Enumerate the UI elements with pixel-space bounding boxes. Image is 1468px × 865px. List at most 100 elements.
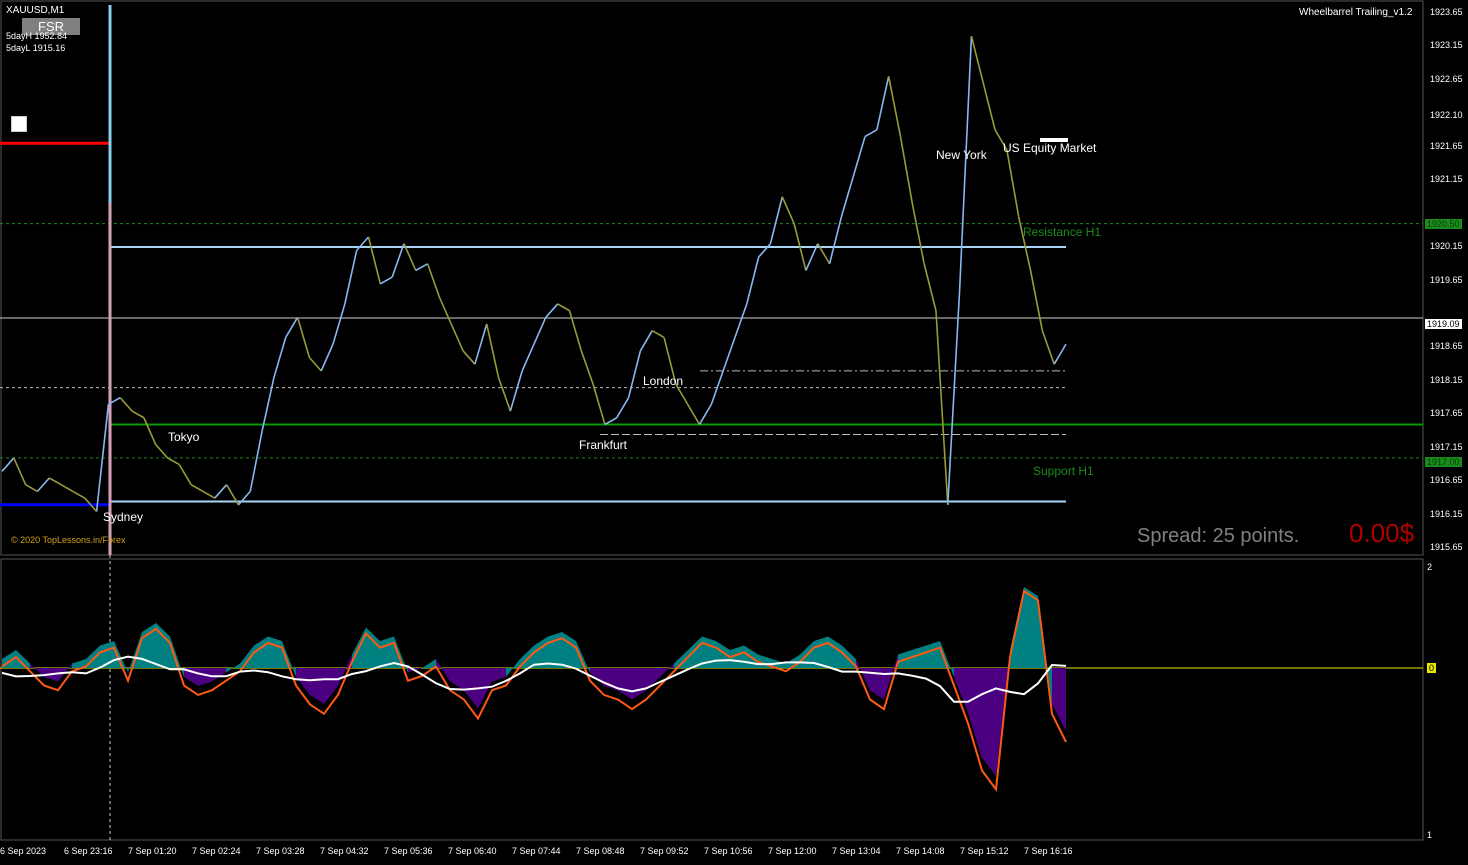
osc-histogram <box>366 627 380 668</box>
price-segment <box>592 384 606 425</box>
price-segment <box>911 203 925 264</box>
time-tick: 6 Sep 23:16 <box>64 846 113 856</box>
price-segment <box>332 303 346 345</box>
price-tick: 1920.15 <box>1430 241 1463 252</box>
price-segment <box>379 276 393 285</box>
price-tick: 1923.65 <box>1430 6 1463 17</box>
price-segment <box>261 377 275 432</box>
osc-histogram <box>632 668 646 700</box>
time-tick: 7 Sep 06:40 <box>448 846 497 856</box>
price-segment <box>237 490 251 506</box>
osc-histogram <box>338 654 352 686</box>
price-tick: 1919.65 <box>1430 274 1463 285</box>
osc-tick: 1 <box>1427 830 1433 840</box>
expert-name: Wheelbarrel Trailing_v1.2 <box>1299 7 1413 18</box>
session-sydney: Sydney <box>103 510 144 524</box>
time-tick: 7 Sep 02:24 <box>192 846 241 856</box>
price-segment <box>722 337 736 372</box>
price-tick: 1923.15 <box>1430 40 1463 51</box>
price-segment <box>840 176 854 218</box>
price-tick: 1921.15 <box>1430 174 1463 185</box>
price-segment <box>876 76 890 131</box>
price-tick: 1921.65 <box>1430 140 1463 151</box>
price-segment <box>923 263 937 311</box>
spread-label: Spread: 25 points. <box>1137 525 1300 547</box>
price-segment <box>438 296 452 325</box>
price-segment <box>698 403 713 425</box>
osc-histogram <box>128 632 142 673</box>
price-segment <box>367 236 382 285</box>
price-tick: 1918.15 <box>1430 374 1463 385</box>
price-segment <box>982 82 996 131</box>
toggle-checkbox[interactable] <box>11 116 27 132</box>
price-segment <box>497 377 512 412</box>
session-london: London <box>643 374 684 388</box>
price-tick: 1916.15 <box>1430 508 1463 519</box>
time-tick: 7 Sep 01:20 <box>128 846 177 856</box>
price-segment <box>36 477 50 492</box>
price-chart <box>0 0 1424 841</box>
price-segment <box>167 457 180 466</box>
osc-histogram <box>282 641 296 677</box>
price-segment <box>970 35 985 84</box>
price-segment <box>758 243 772 258</box>
pnl-label: 0.00$ <box>1349 518 1415 548</box>
osc-histogram <box>1052 668 1066 731</box>
price-segment <box>509 370 523 412</box>
price-tick: 1916.65 <box>1430 475 1463 486</box>
price-tick: 1922.10 <box>1430 110 1463 121</box>
five-day-high: 5dayH 1952.84 <box>6 31 68 41</box>
chart-window: XAUUSD,M1 FSR 5dayH 1952.84 5dayL 1915.1… <box>0 0 1468 865</box>
osc-histogram <box>310 668 324 704</box>
price-segment <box>769 196 784 244</box>
osc-histogram <box>884 654 898 700</box>
price-segment <box>746 256 760 305</box>
osc-tick: 0 <box>1427 663 1437 673</box>
price-segment <box>214 484 228 499</box>
symbol-label: XAUUSD,M1 <box>6 5 65 16</box>
price-segment <box>415 263 428 272</box>
osc-histogram <box>926 641 940 668</box>
current-price-box: 1919.09 <box>1425 319 1462 329</box>
price-segment <box>190 484 204 493</box>
price-tick: 1917.65 <box>1430 408 1463 419</box>
session-tokyo: Tokyo <box>168 430 200 444</box>
osc-histogram <box>618 668 632 700</box>
price-segment <box>568 310 583 352</box>
price-segment <box>13 457 27 486</box>
price-segment <box>651 330 665 339</box>
resistance-label: Resistance H1 <box>1023 225 1102 239</box>
osc-histogram <box>982 668 996 776</box>
osc-histogram <box>296 668 310 695</box>
time-tick: 6 Sep 2023 <box>0 846 47 856</box>
price-segment <box>320 343 334 372</box>
price-segment <box>391 243 405 278</box>
time-tick: 7 Sep 15:12 <box>960 846 1009 856</box>
osc-histogram <box>268 636 282 668</box>
osc-histogram <box>828 636 842 668</box>
time-tick: 7 Sep 16:16 <box>1024 846 1073 856</box>
time-tick: 7 Sep 09:52 <box>640 846 689 856</box>
resistance-price-box: 1920.50 <box>1425 219 1462 229</box>
price-segment <box>533 317 547 345</box>
osc-histogram <box>660 663 674 677</box>
osc-histogram <box>940 641 954 677</box>
price-segment <box>887 76 902 137</box>
five-day-low: 5dayL 1915.16 <box>6 43 66 53</box>
price-segment <box>296 317 311 358</box>
price-segment <box>485 323 500 378</box>
time-tick: 7 Sep 13:04 <box>832 846 881 856</box>
session-frankfurt: Frankfurt <box>579 438 628 452</box>
support-price-box: 1917.00 <box>1425 457 1462 467</box>
price-segment <box>852 136 866 177</box>
price-segment <box>155 444 169 459</box>
main-frame <box>0 0 1424 556</box>
price-segment <box>249 430 263 492</box>
price-segment <box>60 484 74 493</box>
osc-histogram <box>254 636 268 668</box>
price-segment <box>935 310 949 505</box>
price-segment <box>946 290 961 505</box>
price-segment <box>627 350 642 398</box>
price-segment <box>143 417 157 445</box>
price-segment <box>178 464 192 486</box>
